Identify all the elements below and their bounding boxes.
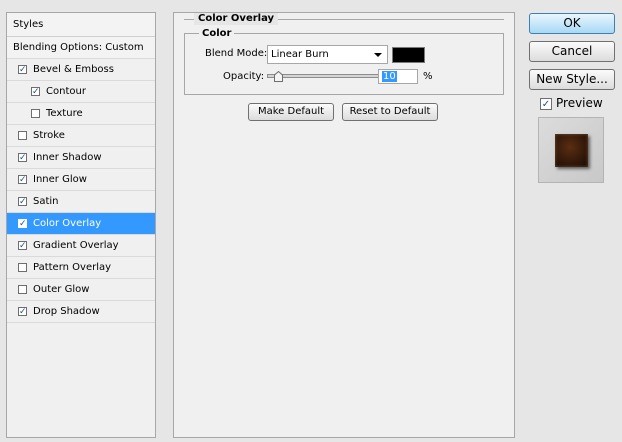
style-item[interactable]: ✓ Color Overlay — [7, 213, 155, 235]
style-checkbox[interactable] — [18, 263, 27, 272]
style-checkbox[interactable] — [18, 285, 27, 294]
style-checkbox[interactable]: ✓ — [18, 219, 27, 229]
group-title: Color — [199, 28, 235, 40]
opacity-slider-thumb[interactable] — [274, 71, 283, 82]
new-style-button[interactable]: New Style... — [529, 69, 615, 90]
opacity-unit: % — [423, 71, 433, 82]
style-item-label: Contour — [46, 86, 86, 97]
overlay-color-swatch[interactable] — [392, 47, 425, 63]
chevron-down-icon — [374, 53, 382, 57]
ok-button[interactable]: OK — [529, 13, 615, 34]
style-item[interactable]: ✓ Gradient Overlay — [7, 235, 155, 257]
preview-swatch-tile — [555, 134, 588, 167]
cancel-button[interactable]: Cancel — [529, 41, 615, 62]
style-item[interactable]: ✓ Drop Shadow — [7, 301, 155, 323]
style-items-list: ✓ Bevel & Emboss ✓ Contour Texture Stroke ✓ Inn… — [7, 59, 155, 323]
style-item-label: Inner Shadow — [33, 152, 102, 163]
style-item-label: Color Overlay — [33, 218, 102, 229]
styles-header[interactable]: Styles — [7, 13, 155, 37]
blend-mode-select[interactable]: Linear Burn — [267, 45, 388, 64]
reset-to-default-button[interactable]: Reset to Default — [342, 103, 438, 121]
make-default-button[interactable]: Make Default — [248, 103, 334, 121]
style-checkbox[interactable]: ✓ — [18, 241, 27, 251]
opacity-label: Opacity: — [223, 71, 265, 82]
style-checkbox[interactable]: ✓ — [18, 197, 27, 207]
color-group-box: Color Blend Mode: Linear Burn Opacity: 1… — [184, 28, 504, 95]
style-checkbox[interactable]: ✓ — [31, 87, 40, 97]
style-item-label: Bevel & Emboss — [33, 64, 114, 75]
style-item-label: Drop Shadow — [33, 306, 100, 317]
style-checkbox[interactable]: ✓ — [18, 153, 27, 163]
style-item-label: Inner Glow — [33, 174, 87, 185]
style-checkbox[interactable]: ✓ — [18, 65, 27, 75]
style-item[interactable]: ✓ Bevel & Emboss — [7, 59, 155, 81]
style-item[interactable]: Stroke — [7, 125, 155, 147]
style-item-label: Gradient Overlay — [33, 240, 119, 251]
style-item[interactable]: ✓ Satin — [7, 191, 155, 213]
style-item-label: Texture — [46, 108, 83, 119]
style-item[interactable]: Texture — [7, 103, 155, 125]
blend-mode-value: Linear Burn — [271, 49, 329, 60]
color-overlay-settings: Color Overlay Color Blend Mode: Linear B… — [173, 12, 515, 438]
style-item[interactable]: ✓ Contour — [7, 81, 155, 103]
style-checkbox[interactable]: ✓ — [18, 307, 27, 317]
style-item-label: Pattern Overlay — [33, 262, 112, 273]
style-item[interactable]: ✓ Inner Shadow — [7, 147, 155, 169]
style-item-label: Outer Glow — [33, 284, 90, 295]
style-checkbox[interactable] — [18, 131, 27, 140]
blending-options-item[interactable]: Blending Options: Custom — [7, 37, 155, 59]
style-item-label: Stroke — [33, 130, 65, 141]
style-item-label: Satin — [33, 196, 59, 207]
blend-mode-label: Blend Mode: — [205, 48, 268, 59]
opacity-input[interactable]: 10 — [378, 69, 418, 84]
style-item[interactable]: ✓ Inner Glow — [7, 169, 155, 191]
section-title: Color Overlay — [194, 13, 279, 25]
preview-checkbox[interactable]: ✓ — [540, 97, 552, 110]
style-checkbox[interactable]: ✓ — [18, 175, 27, 185]
opacity-value: 10 — [382, 71, 397, 82]
style-item[interactable]: Outer Glow — [7, 279, 155, 301]
opacity-slider-track[interactable] — [267, 74, 379, 78]
styles-list-panel: Styles Blending Options: Custom ✓ Bevel &… — [6, 12, 156, 438]
preview-label: Preview — [556, 96, 603, 110]
style-checkbox[interactable] — [31, 109, 40, 118]
style-item[interactable]: Pattern Overlay — [7, 257, 155, 279]
preview-toggle[interactable]: ✓ Preview — [540, 96, 603, 110]
style-preview-thumbnail — [538, 117, 604, 183]
